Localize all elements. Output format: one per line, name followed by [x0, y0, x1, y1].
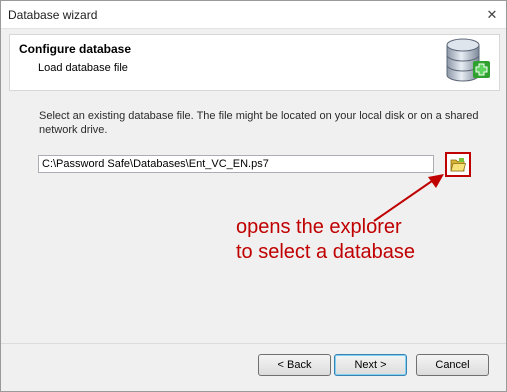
database-wizard-window: Database wizard ✕ Configure database Loa… [0, 0, 507, 392]
cancel-button[interactable]: Cancel [416, 354, 489, 376]
close-button[interactable]: ✕ [483, 6, 501, 23]
next-button[interactable]: Next > [334, 354, 407, 376]
back-button[interactable]: < Back [258, 354, 331, 376]
title-bar: Database wizard ✕ [1, 1, 506, 29]
page-title: Configure database [19, 42, 132, 56]
close-icon: ✕ [486, 6, 498, 22]
page-subtitle: Load database file [38, 62, 128, 74]
annotation-line-1: opens the explorer [236, 216, 402, 238]
wizard-header: Configure database Load database file [9, 34, 500, 91]
annotation-line-2: to select a database [236, 241, 416, 263]
database-add-icon [446, 38, 490, 82]
annotation-text: opens the explorer to select a database [236, 215, 496, 265]
footer-divider [1, 343, 506, 344]
window-title: Database wizard [8, 8, 98, 22]
instruction-text: Select an existing database file. The fi… [39, 110, 479, 136]
